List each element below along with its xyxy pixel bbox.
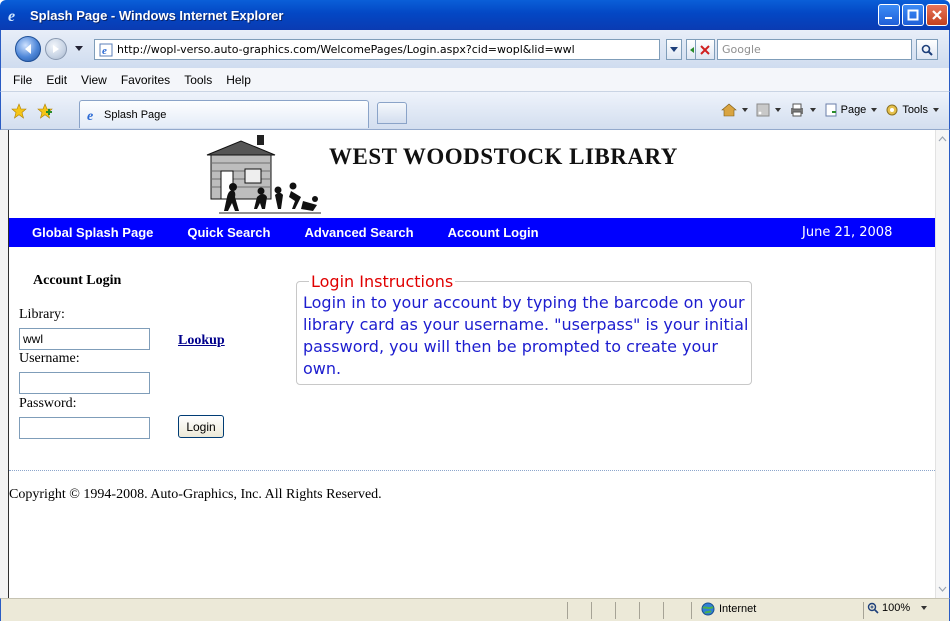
- login-instructions-box: Login Instructions Login in to your acco…: [296, 272, 752, 385]
- history-dropdown-icon[interactable]: [75, 46, 83, 51]
- nav-quick-search[interactable]: Quick Search: [187, 225, 270, 240]
- feeds-icon: [756, 103, 770, 117]
- scroll-up-icon[interactable]: [938, 135, 947, 144]
- search-icon: [921, 44, 933, 56]
- zoom-level: 100%: [882, 602, 911, 614]
- maximize-icon: [907, 9, 919, 21]
- main-nav: Global Splash Page Quick Search Advanced…: [9, 218, 935, 247]
- username-label: Username:: [19, 351, 80, 366]
- stop-icon: [700, 44, 710, 55]
- page-viewport: WEST WOODSTOCK LIBRARY Global Splash Pag…: [0, 130, 950, 598]
- back-button[interactable]: [15, 36, 41, 62]
- tools-menu-button[interactable]: Tools: [885, 103, 939, 117]
- maximize-button[interactable]: [902, 4, 924, 26]
- security-zone-label: Internet: [719, 603, 757, 615]
- menu-tools[interactable]: Tools: [184, 73, 212, 87]
- scroll-down-icon[interactable]: [938, 584, 947, 593]
- address-dropdown-button[interactable]: [666, 39, 682, 60]
- login-instructions-title: Login Instructions: [309, 272, 456, 291]
- search-button[interactable]: [916, 39, 938, 60]
- zoom-control[interactable]: 100%: [867, 602, 928, 614]
- tab-bar: e Splash Page Page Tools: [0, 92, 950, 130]
- ie-page-icon: e: [87, 109, 93, 122]
- window-title: Splash Page - Windows Internet Explorer: [30, 7, 284, 23]
- menu-bar: File Edit View Favorites Tools Help: [0, 68, 950, 92]
- nav-global-splash-page[interactable]: Global Splash Page: [32, 225, 153, 240]
- feeds-button[interactable]: [756, 103, 781, 117]
- chevron-down-icon: [871, 108, 878, 112]
- nav-account-login[interactable]: Account Login: [448, 225, 539, 240]
- password-field[interactable]: [19, 417, 150, 439]
- page-menu-button[interactable]: Page: [824, 103, 878, 117]
- menu-file[interactable]: File: [13, 73, 32, 87]
- arrow-right-icon: [53, 45, 59, 53]
- library-name: WEST WOODSTOCK LIBRARY: [329, 144, 678, 169]
- tab-label: Splash Page: [104, 108, 167, 121]
- chevron-down-icon: [670, 46, 678, 52]
- tab-splash-page[interactable]: e Splash Page: [79, 100, 369, 128]
- page-icon: e: [99, 43, 113, 57]
- username-field[interactable]: [19, 372, 150, 394]
- page-menu-label: Page: [840, 104, 867, 116]
- library-logo: [206, 135, 321, 214]
- address-input[interactable]: e http://wopl-verso.auto-graphics.com/We…: [94, 39, 660, 60]
- search-input[interactable]: Google: [717, 39, 912, 60]
- vertical-scrollbar[interactable]: [935, 130, 949, 598]
- svg-text:e: e: [102, 45, 107, 57]
- home-button[interactable]: [720, 103, 748, 117]
- status-bar: Internet 100%: [0, 598, 950, 621]
- menu-favorites[interactable]: Favorites: [121, 73, 170, 87]
- add-favorites-icon[interactable]: [37, 103, 53, 119]
- stop-button[interactable]: [695, 39, 715, 60]
- forward-button[interactable]: [45, 38, 67, 60]
- feeds-dropdown-icon[interactable]: [774, 108, 781, 112]
- window-title-bar[interactable]: e Splash Page - Windows Internet Explore…: [0, 0, 950, 30]
- arrow-left-icon: [25, 44, 31, 54]
- library-banner: WEST WOODSTOCK LIBRARY: [9, 130, 935, 218]
- copyright-text: Copyright © 1994-2008. Auto-Graphics, In…: [9, 487, 382, 502]
- url-text: http://wopl-verso.auto-graphics.com/Welc…: [117, 43, 575, 56]
- library-field[interactable]: [19, 328, 150, 350]
- account-login-heading: Account Login: [33, 273, 122, 288]
- svg-text:e: e: [87, 109, 93, 122]
- address-toolbar: e http://wopl-verso.auto-graphics.com/We…: [0, 30, 950, 68]
- login-instructions-text: Login in to your account by typing the b…: [303, 293, 749, 378]
- chevron-down-icon: [933, 108, 939, 112]
- gear-icon: [886, 104, 898, 116]
- menu-edit[interactable]: Edit: [46, 73, 67, 87]
- current-date: June 21, 2008: [802, 225, 893, 240]
- library-label: Library:: [19, 307, 65, 322]
- globe-icon: [701, 602, 715, 616]
- minimize-icon: [885, 17, 892, 19]
- svg-text:e: e: [8, 8, 15, 23]
- menu-help[interactable]: Help: [226, 73, 251, 87]
- new-tab-button[interactable]: [377, 102, 407, 124]
- close-icon: [932, 10, 942, 20]
- printer-icon: [790, 103, 803, 117]
- viewport-edge: [0, 130, 9, 598]
- password-label: Password:: [19, 396, 77, 411]
- ie-logo-icon: e: [6, 6, 24, 24]
- login-button[interactable]: Login: [178, 415, 224, 438]
- favorites-star-icon[interactable]: [11, 103, 27, 119]
- print-button[interactable]: [789, 103, 816, 117]
- close-button[interactable]: [926, 4, 948, 26]
- tools-menu-label: Tools: [902, 104, 928, 116]
- page-icon: [825, 103, 837, 117]
- security-zone[interactable]: Internet: [701, 602, 756, 616]
- footer-divider: [9, 470, 935, 471]
- menu-view[interactable]: View: [81, 73, 107, 87]
- home-icon: [720, 103, 737, 117]
- lookup-link[interactable]: Lookup: [178, 333, 225, 349]
- zoom-dropdown-icon[interactable]: [921, 606, 928, 610]
- home-dropdown-icon[interactable]: [741, 108, 748, 112]
- zoom-icon: [867, 602, 879, 614]
- print-dropdown-icon[interactable]: [809, 108, 816, 112]
- nav-advanced-search[interactable]: Advanced Search: [304, 225, 413, 240]
- minimize-button[interactable]: [878, 4, 900, 26]
